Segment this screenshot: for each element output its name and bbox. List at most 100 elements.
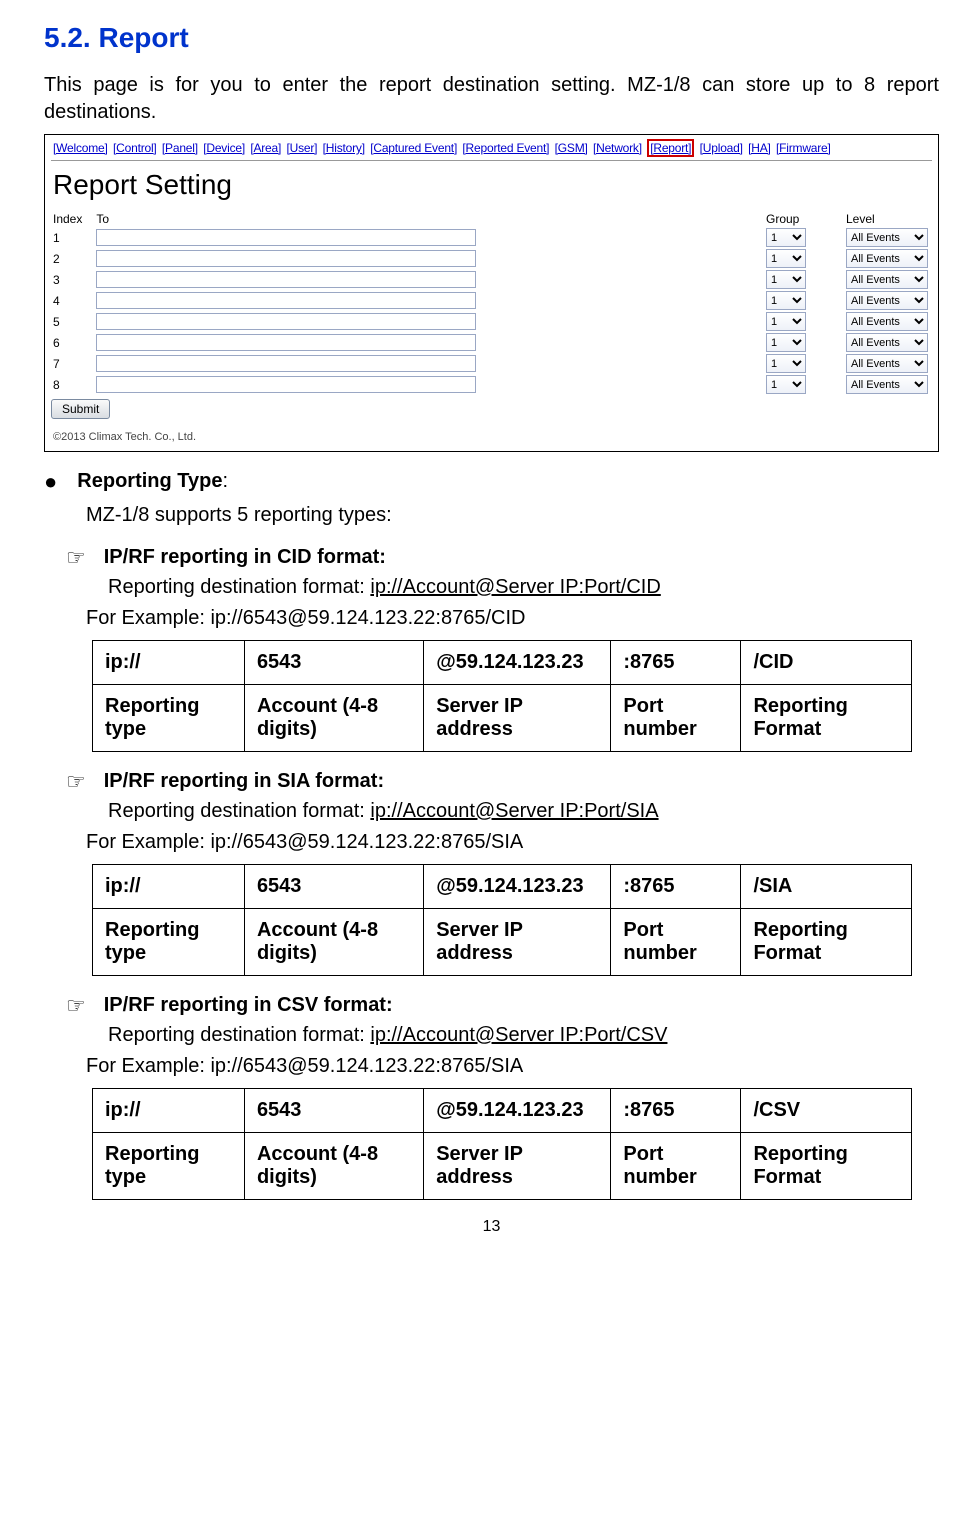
breadcrumb-item[interactable]: [Welcome]: [53, 141, 108, 155]
format-destination: Reporting destination format: ip://Accou…: [108, 800, 939, 823]
format-heading: ☞IP/RF reporting in CSV format:: [44, 994, 939, 1018]
to-input[interactable]: [96, 250, 476, 267]
format-cell: 6543: [244, 1089, 423, 1133]
to-input[interactable]: [96, 313, 476, 330]
reporting-type-label: Reporting Type:: [77, 470, 228, 493]
group-select[interactable]: 1: [766, 249, 806, 268]
format-cell: Port number: [611, 1133, 741, 1200]
group-select[interactable]: 1: [766, 270, 806, 289]
breadcrumb-item[interactable]: [Panel]: [162, 141, 198, 155]
page-title: Report Setting: [45, 167, 938, 211]
level-select[interactable]: All Events: [846, 291, 928, 310]
to-input[interactable]: [96, 355, 476, 372]
to-input[interactable]: [96, 292, 476, 309]
breadcrumb-item[interactable]: [Control]: [113, 141, 157, 155]
format-example: For Example: ip://6543@59.124.123.22:876…: [86, 831, 939, 854]
to-input[interactable]: [96, 229, 476, 246]
report-table: Index To Group Level 11All Events21All E…: [45, 211, 938, 395]
format-heading: ☞IP/RF reporting in SIA format:: [44, 770, 939, 794]
format-cell: @59.124.123.23: [424, 865, 611, 909]
table-row: 4 1 All Events: [45, 290, 938, 311]
row-index: 4: [45, 290, 88, 311]
format-cell: :8765: [611, 641, 741, 685]
format-cell: Account (4-8 digits): [244, 685, 423, 752]
group-select[interactable]: 1: [766, 312, 806, 331]
format-cell: 6543: [244, 641, 423, 685]
submit-button[interactable]: Submit: [51, 399, 110, 419]
format-cell: /CID: [741, 641, 912, 685]
format-cell: /SIA: [741, 865, 912, 909]
row-index: 7: [45, 353, 88, 374]
col-to: To: [88, 211, 758, 227]
to-input[interactable]: [96, 376, 476, 393]
level-select[interactable]: All Events: [846, 375, 928, 394]
copyright-text: ©2013 Climax Tech. Co., Ltd.: [45, 429, 938, 451]
format-cell: @59.124.123.23: [424, 641, 611, 685]
breadcrumb-item[interactable]: [Area]: [250, 141, 281, 155]
page-number: 13: [44, 1218, 939, 1236]
format-cell: Reporting Format: [741, 1133, 912, 1200]
table-row: 81All Events: [45, 374, 938, 395]
format-cell: Reporting Format: [741, 909, 912, 976]
format-cell: Account (4-8 digits): [244, 909, 423, 976]
group-select[interactable]: 1: [766, 375, 806, 394]
group-select[interactable]: 1: [766, 228, 806, 247]
breadcrumb: [Welcome] [Control] [Panel] [Device] [Ar…: [45, 135, 938, 160]
format-cell: Server IP address: [424, 909, 611, 976]
format-destination: Reporting destination format: ip://Accou…: [108, 1024, 939, 1047]
row-index: 3: [45, 269, 88, 290]
format-cell: Port number: [611, 909, 741, 976]
format-table: ip://6543@59.124.123.23:8765/SIAReportin…: [92, 864, 912, 976]
format-cell: /CSV: [741, 1089, 912, 1133]
section-title: 5.2. Report: [44, 22, 939, 54]
level-select[interactable]: All Events: [846, 249, 928, 268]
breadcrumb-item[interactable]: [Upload]: [700, 141, 743, 155]
level-select[interactable]: All Events: [846, 228, 928, 247]
table-row: 7 1 All Events: [45, 353, 938, 374]
format-title: IP/RF reporting in CSV format:: [104, 994, 393, 1017]
breadcrumb-item[interactable]: [Device]: [203, 141, 245, 155]
level-select[interactable]: All Events: [846, 354, 928, 373]
format-cell: :8765: [611, 1089, 741, 1133]
format-cell: Reporting type: [93, 909, 245, 976]
row-index: 6: [45, 332, 88, 353]
breadcrumb-item[interactable]: [User]: [287, 141, 318, 155]
reporting-type-text: MZ-1/8 supports 5 reporting types:: [86, 500, 939, 530]
breadcrumb-item[interactable]: [GSM]: [555, 141, 588, 155]
breadcrumb-item[interactable]: [Reported Event]: [462, 141, 549, 155]
breadcrumb-item[interactable]: [Network]: [593, 141, 642, 155]
col-index: Index: [45, 211, 88, 227]
row-index: 1: [45, 227, 88, 248]
format-heading: ☞ IP/RF reporting in CID format:: [44, 546, 939, 570]
group-select[interactable]: 1: [766, 291, 806, 310]
to-input[interactable]: [96, 271, 476, 288]
format-title: IP/RF reporting in SIA format:: [104, 770, 384, 793]
format-cell: ip://: [93, 1089, 245, 1133]
reporting-type-bullet: ● Reporting Type:: [44, 470, 939, 494]
breadcrumb-item[interactable]: [Report]: [647, 139, 694, 157]
format-cell: :8765: [611, 865, 741, 909]
bullet-icon: ●: [44, 470, 57, 494]
format-cell: Server IP address: [424, 685, 611, 752]
level-select[interactable]: All Events: [846, 312, 928, 331]
level-select[interactable]: All Events: [846, 270, 928, 289]
hand-icon: ☞: [66, 546, 86, 570]
format-example: For Example: ip://6543@59.124.123.22:876…: [86, 607, 939, 630]
group-select[interactable]: 1: [766, 354, 806, 373]
breadcrumb-item[interactable]: [HA]: [748, 141, 771, 155]
col-group: Group: [758, 211, 838, 227]
report-setting-screenshot: [Welcome] [Control] [Panel] [Device] [Ar…: [44, 134, 939, 452]
row-index: 2: [45, 248, 88, 269]
breadcrumb-item[interactable]: [Captured Event]: [370, 141, 457, 155]
format-title: IP/RF reporting in CID format:: [104, 546, 386, 569]
format-cell: @59.124.123.23: [424, 1089, 611, 1133]
group-select[interactable]: 1: [766, 333, 806, 352]
breadcrumb-item[interactable]: [Firmware]: [776, 141, 831, 155]
level-select[interactable]: All Events: [846, 333, 928, 352]
format-cell: Port number: [611, 685, 741, 752]
format-cell: Reporting type: [93, 685, 245, 752]
table-row: 6 1 All Events: [45, 332, 938, 353]
format-cell: Reporting Format: [741, 685, 912, 752]
to-input[interactable]: [96, 334, 476, 351]
breadcrumb-item[interactable]: [History]: [323, 141, 365, 155]
